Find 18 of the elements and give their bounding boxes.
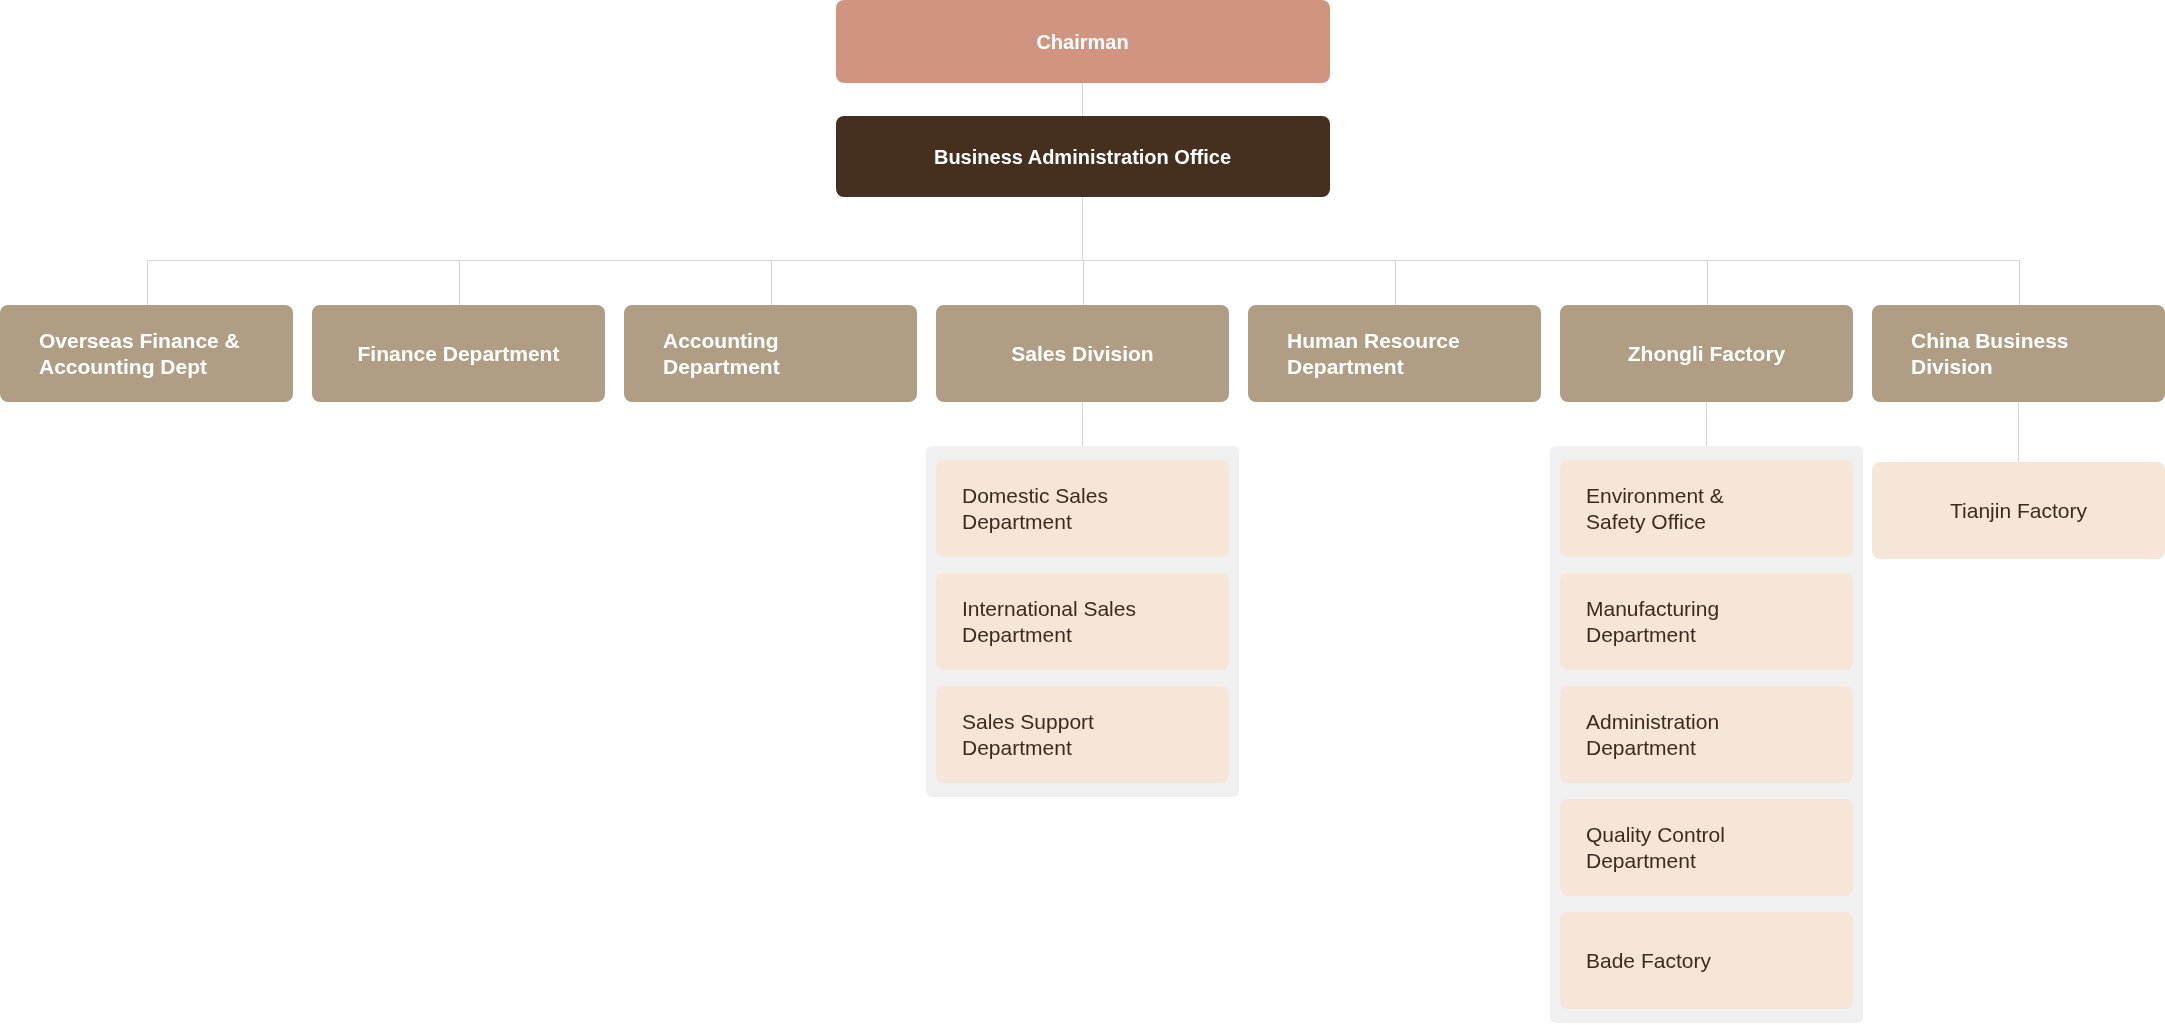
division-box: Accounting Department bbox=[624, 305, 917, 402]
division-box: Overseas Finance & Accounting Dept bbox=[0, 305, 293, 402]
division-box: China Business Division bbox=[1872, 305, 2165, 402]
department-box: Tianjin Factory bbox=[1872, 462, 2165, 559]
division-box: Human Resource Department bbox=[1248, 305, 1541, 402]
department-box: Administration Department bbox=[1560, 686, 1853, 783]
department-box: Environment & Safety Office bbox=[1560, 460, 1853, 557]
office-box: Business Administration Office bbox=[835, 116, 1330, 197]
department-box: Sales Support Department bbox=[936, 686, 1229, 783]
department-box: Manufacturing Department bbox=[1560, 573, 1853, 670]
department-box: Bade Factory bbox=[1560, 912, 1853, 1009]
division-box: Finance Department bbox=[312, 305, 605, 402]
department-box: Quality Control Department bbox=[1560, 799, 1853, 896]
department-box: International Sales Department bbox=[936, 573, 1229, 670]
department-box: Domestic Sales Department bbox=[936, 460, 1229, 557]
division-box: Sales Division bbox=[936, 305, 1229, 402]
division-box: Zhongli Factory bbox=[1560, 305, 1853, 402]
chairman-box: Chairman bbox=[835, 0, 1330, 83]
